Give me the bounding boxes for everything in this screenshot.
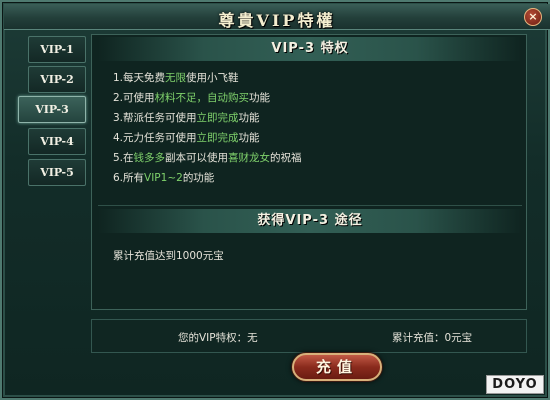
item-text: 功能 <box>238 132 260 144</box>
tab-vip-4[interactable]: VIP-4 <box>28 128 86 155</box>
item-highlight: 无限 <box>165 72 187 84</box>
tab-vip-5[interactable]: VIP-5 <box>28 159 86 186</box>
vip-privilege-window: 尊貴VIP特權 × VIP-1 VIP-2 VIP-3 VIP-4 VIP-5 … <box>0 0 550 400</box>
tab-vip-2[interactable]: VIP-2 <box>28 66 86 93</box>
item-highlight: 喜财龙女 <box>228 152 271 164</box>
vip-status: 您的VIP特权：无 <box>178 332 258 344</box>
item-text: 1.每天免费 <box>113 72 166 84</box>
list-item: 6.所有VIP1~2的功能 <box>113 168 302 188</box>
item-text: 副本可以使用 <box>165 152 229 164</box>
list-item: 2.可使用材料不足，自动购买功能 <box>113 88 302 108</box>
item-text: 使用小飞鞋 <box>186 72 239 84</box>
doyo-watermark-logo: DOYO <box>486 375 544 394</box>
list-item: 4.元力任务可使用立即完成功能 <box>113 128 302 148</box>
item-text: 功能 <box>249 92 271 104</box>
privileges-header: VIP-3 特权 <box>98 37 522 61</box>
tab-vip-1[interactable]: VIP-1 <box>28 36 86 63</box>
window-title: 尊貴VIP特權 <box>218 11 336 30</box>
item-text: 的祝福 <box>270 152 302 164</box>
item-text: 3.帮派任务可使用 <box>113 112 197 124</box>
item-text: 4.元力任务可使用 <box>113 132 197 144</box>
acquire-condition: 累计充值达到1000元宝 <box>113 250 224 262</box>
close-icon: × <box>528 10 538 23</box>
status-footer: 您的VIP特权：无 累计充值：0元宝 <box>91 319 527 353</box>
tab-vip-3[interactable]: VIP-3 <box>18 96 86 123</box>
item-highlight: 立即完成 <box>196 112 239 124</box>
item-text: 的功能 <box>182 172 215 184</box>
item-highlight: 材料不足，自动购买 <box>154 92 250 104</box>
item-highlight: 钱多多 <box>133 152 166 164</box>
section-divider <box>98 205 522 206</box>
total-recharge: 累计充值：0元宝 <box>392 332 473 344</box>
close-button[interactable]: × <box>524 8 542 26</box>
list-item: 1.每天免费无限使用小飞鞋 <box>113 68 302 88</box>
item-text: 功能 <box>238 112 260 124</box>
list-item: 5.在钱多多副本可以使用喜财龙女的祝福 <box>113 148 302 168</box>
item-text: 6.所有 <box>113 172 145 184</box>
title-bar: 尊貴VIP特權 × <box>4 4 550 30</box>
recharge-button[interactable]: 充值 <box>292 353 382 381</box>
item-text: 2.可使用 <box>113 92 155 104</box>
item-highlight: VIP1~2 <box>144 172 183 184</box>
item-highlight: 立即完成 <box>196 132 239 144</box>
privilege-list: 1.每天免费无限使用小飞鞋 2.可使用材料不足，自动购买功能 3.帮派任务可使用… <box>113 68 302 188</box>
acquire-header: 获得VIP-3 途径 <box>98 209 522 233</box>
list-item: 3.帮派任务可使用立即完成功能 <box>113 108 302 128</box>
item-text: 5.在 <box>113 152 134 164</box>
content-panel: VIP-3 特权 1.每天免费无限使用小飞鞋 2.可使用材料不足，自动购买功能 … <box>91 34 527 310</box>
